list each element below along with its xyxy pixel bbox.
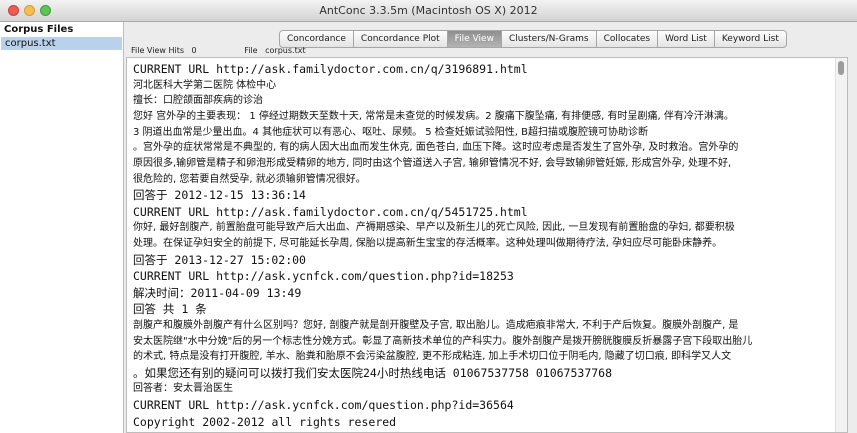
file-view-text-area[interactable]: CURRENT URL http://ask.familydoctor.com.… <box>126 57 848 433</box>
vertical-scrollbar[interactable] <box>835 58 847 432</box>
file-text-line: 安太医院继"水中分娩"后的另一个标志性分娩方式。彰显了高新技术单位的产科实力。腹… <box>133 335 753 347</box>
file-text-line: 解决时间：2011-04-09 13:49 <box>133 285 302 300</box>
file-text-line: 回答于 2012-12-15 13:36:14 <box>133 188 306 203</box>
tab-collocates[interactable]: Collocates <box>596 30 659 48</box>
file-text-line: 。宫外孕的症状常常是不典型的, 有的病人因大出血而发生休克, 面色苍白, 血压下… <box>133 142 739 154</box>
hits-value: 0 <box>191 46 197 55</box>
file-text-line: CURRENT URL http://ask.ycnfck.com/questi… <box>133 269 514 284</box>
file-view-status: File View Hits 0 File corpus.txt <box>131 46 311 55</box>
file-text-line: 。如果您还有别的疑问可以拨打我们安太医院24小时热线电话 01067537758… <box>133 365 613 380</box>
corpus-files-panel: Corpus Files corpus.txt <box>0 22 124 433</box>
file-content: CURRENT URL http://ask.familydoctor.com.… <box>133 61 833 432</box>
scrollbar-thumb[interactable] <box>838 61 844 75</box>
file-text-line: 你好, 最好剖腹产, 前置胎盘可能导致产后大出血、产褥期感染、早产以及新生儿的死… <box>133 222 735 234</box>
file-text-line: CURRENT URL http://ask.familydoctor.com.… <box>133 62 528 76</box>
window-title: AntConc 3.3.5m (Macintosh OS X) 2012 <box>319 4 538 17</box>
tab-concordance-plot[interactable]: Concordance Plot <box>353 30 448 48</box>
tool-tabs: Concordance Concordance Plot File View C… <box>279 30 787 48</box>
corpus-files-header: Corpus Files <box>4 24 74 35</box>
file-text-line: Copyright 2002-2012 all rights resered <box>133 414 397 429</box>
file-text-line: 原因很多,输卵管是精子和卵泡形成受精卵的地方, 同时由这个管道送入子宫, 输卵管… <box>133 158 732 170</box>
file-text-line: CURRENT URL http://ask.familydoctor.com.… <box>133 204 528 219</box>
hits-label: File View Hits <box>131 46 184 55</box>
file-text-line: 回答 共 1 条 <box>133 302 207 317</box>
file-value: corpus.txt <box>265 46 306 55</box>
tab-word-list[interactable]: Word List <box>658 30 715 48</box>
file-text-line: 处理。在保证孕妇安全的前提下, 尽可能延长孕周, 保胎以提高新生宝宝的存活概率。… <box>133 238 723 250</box>
file-label: File <box>244 46 258 55</box>
file-text-line: CURRENT URL http://ask.ycnfck.com/questi… <box>133 398 514 413</box>
corpus-file-item[interactable]: corpus.txt <box>1 37 122 50</box>
tab-file-view[interactable]: File View <box>447 30 502 48</box>
file-text-line: 擅长：口腔颌面部疾病的诊治 <box>133 95 263 107</box>
file-text-line: 河北医科大学第二医院 体检中心 <box>133 79 277 91</box>
file-text-line: 回答于 2013-12-27 15:02:00 <box>133 252 306 267</box>
tab-clusters-ngrams[interactable]: Clusters/N-Grams <box>501 30 597 48</box>
tab-keyword-list[interactable]: Keyword List <box>714 30 787 48</box>
file-text-line: 的术式, 特点是没有打开腹腔, 羊水、胎粪和胎原不会污染盆腹腔, 更不形成粘连,… <box>133 351 732 363</box>
title-bar: AntConc 3.3.5m (Macintosh OS X) 2012 <box>0 0 857 22</box>
main-panel: Concordance Concordance Plot File View C… <box>124 22 857 433</box>
file-text-line: 很危险的, 您若要自然受孕, 就必须输卵管情况很好。 <box>133 173 366 185</box>
file-text-line: 回答者：安太晋治医生 <box>133 383 233 395</box>
file-text-line: 您好 宫外孕的主要表现： 1 停经过期数天至数十天, 常常是未查觉的时候发病。2… <box>133 110 734 122</box>
file-text-line: 3 阴道出血常是少量出血。4 其他症状可以有恶心、呕吐、尿频。 5 检查妊娠试验… <box>133 126 649 138</box>
file-text-line: 剖腹产和腹膜外剖腹产有什么区别吗？您好, 剖腹产就是剖开腹壁及子宫, 取出胎儿。… <box>133 319 739 331</box>
